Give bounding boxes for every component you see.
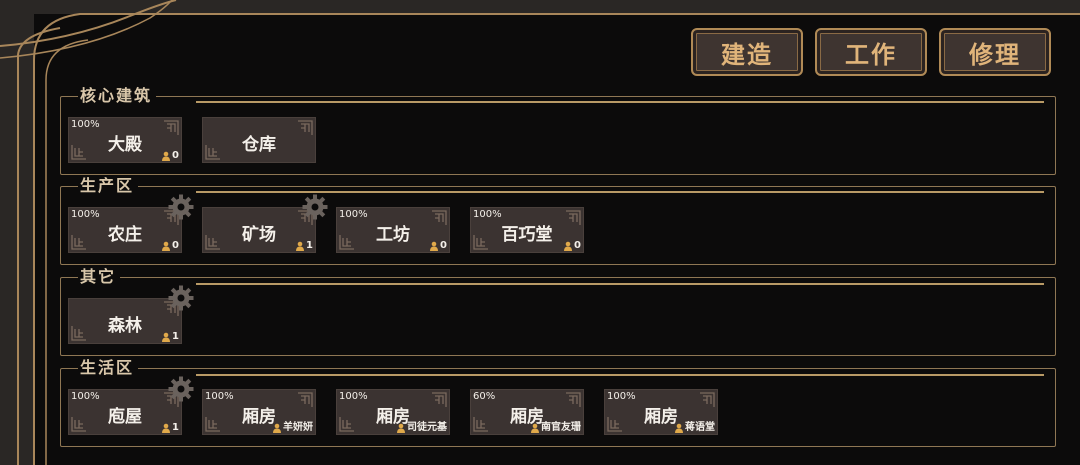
efficiency-percent: 100% xyxy=(607,391,636,402)
section-divider xyxy=(196,101,1044,103)
worker-value: 0 xyxy=(172,150,179,161)
worker-value: 1 xyxy=(172,331,179,342)
worker-value: 南官友珊 xyxy=(541,422,581,433)
efficiency-percent: 100% xyxy=(339,391,368,402)
worker-assignment: 0 xyxy=(161,150,179,161)
worker-value: 羊妍妍 xyxy=(283,422,313,433)
person-icon xyxy=(530,423,540,433)
repair-button[interactable]: 修理 xyxy=(939,28,1051,76)
building-card[interactable]: 农庄 100% 0 xyxy=(68,207,182,253)
person-icon xyxy=(161,241,171,251)
person-icon xyxy=(396,423,406,433)
build-button[interactable]: 建造 xyxy=(691,28,803,76)
worker-value: 0 xyxy=(440,240,447,251)
person-icon xyxy=(272,423,282,433)
building-card[interactable]: 庖屋 100% 1 xyxy=(68,389,182,435)
worker-value: 1 xyxy=(172,422,179,433)
repair-button-label: 修理 xyxy=(969,39,1021,69)
worker-assignment: 0 xyxy=(563,240,581,251)
worker-assignment: 1 xyxy=(161,331,179,342)
worker-assignment: 南官友珊 xyxy=(530,418,581,433)
worker-value: 0 xyxy=(172,240,179,251)
building-card[interactable]: 厢房 100% 蒋语堂 xyxy=(604,389,718,435)
gear-icon[interactable] xyxy=(168,194,194,220)
gear-icon[interactable] xyxy=(302,194,328,220)
section-other xyxy=(60,277,1056,356)
person-icon xyxy=(161,151,171,161)
worker-assignment: 司徒元基 xyxy=(396,418,447,433)
efficiency-percent: 100% xyxy=(473,209,502,220)
section-title: 其它 xyxy=(78,267,121,287)
person-icon xyxy=(429,241,439,251)
person-icon xyxy=(161,423,171,433)
worker-assignment: 0 xyxy=(161,240,179,251)
section-title: 核心建筑 xyxy=(78,86,157,106)
section-divider xyxy=(196,283,1044,285)
worker-assignment: 1 xyxy=(161,422,179,433)
person-icon xyxy=(674,423,684,433)
person-icon xyxy=(295,241,305,251)
building-card[interactable]: 厢房 100% 羊妍妍 xyxy=(202,389,316,435)
building-card[interactable]: 矿场 1 xyxy=(202,207,316,253)
worker-value: 1 xyxy=(306,240,313,251)
worker-assignment: 0 xyxy=(429,240,447,251)
efficiency-percent: 60% xyxy=(473,391,496,402)
efficiency-percent: 100% xyxy=(71,391,100,402)
section-title: 生活区 xyxy=(78,358,139,378)
building-card[interactable]: 仓库 xyxy=(202,117,316,163)
worker-assignment: 1 xyxy=(295,240,313,251)
worker-value: 蒋语堂 xyxy=(685,422,715,433)
person-icon xyxy=(161,332,171,342)
building-name: 仓库 xyxy=(242,135,276,155)
building-card[interactable]: 百巧堂 100% 0 xyxy=(470,207,584,253)
worker-value: 司徒元基 xyxy=(407,422,447,433)
section-divider xyxy=(196,191,1044,193)
building-card[interactable]: 厢房 100% 司徒元基 xyxy=(336,389,450,435)
building-card[interactable]: 大殿 100% 0 xyxy=(68,117,182,163)
work-button[interactable]: 工作 xyxy=(815,28,927,76)
building-card[interactable]: 工坊 100% 0 xyxy=(336,207,450,253)
person-icon xyxy=(563,241,573,251)
efficiency-percent: 100% xyxy=(205,391,234,402)
build-button-label: 建造 xyxy=(721,39,773,69)
gear-icon[interactable] xyxy=(168,376,194,402)
work-button-label: 工作 xyxy=(845,39,897,69)
section-title: 生产区 xyxy=(78,176,139,196)
worker-assignment: 蒋语堂 xyxy=(674,418,715,433)
section-divider xyxy=(196,374,1044,376)
efficiency-percent: 100% xyxy=(71,209,100,220)
worker-assignment: 羊妍妍 xyxy=(272,418,313,433)
efficiency-percent: 100% xyxy=(339,209,368,220)
building-card[interactable]: 森林 1 xyxy=(68,298,182,344)
worker-value: 0 xyxy=(574,240,581,251)
efficiency-percent: 100% xyxy=(71,119,100,130)
building-card[interactable]: 厢房 60% 南官友珊 xyxy=(470,389,584,435)
gear-icon[interactable] xyxy=(168,285,194,311)
